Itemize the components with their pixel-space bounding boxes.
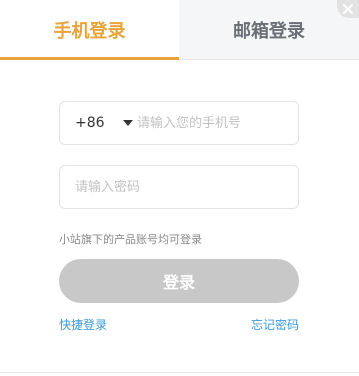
close-icon [343,4,353,14]
login-button[interactable]: 登录 [59,259,299,303]
login-tabs: 手机登录 邮箱登录 [0,0,359,60]
country-code-value: +86 [75,115,105,131]
forgot-password-link[interactable]: 忘记密码 [251,316,299,333]
tab-phone-login[interactable]: 手机登录 [0,0,179,60]
password-input[interactable] [60,166,298,208]
country-code-select[interactable]: +86 [60,102,135,144]
quick-login-link[interactable]: 快捷登录 [59,316,107,333]
phone-field: +86 [59,101,299,145]
tab-phone-login-label: 手机登录 [53,21,126,42]
account-hint: 小站旗下的产品账号均可登录 [59,233,202,246]
tab-email-login-label: 邮箱登录 [233,20,305,42]
phone-input[interactable] [135,102,295,144]
password-field [59,165,299,209]
login-dialog: 手机登录 邮箱登录 +86 小站旗下的产品账号均可登录 登录 快捷登录 忘记密码 [0,0,359,376]
tab-email-login[interactable]: 邮箱登录 [179,0,359,60]
bottom-divider [0,372,359,373]
caret-down-icon [122,120,133,126]
